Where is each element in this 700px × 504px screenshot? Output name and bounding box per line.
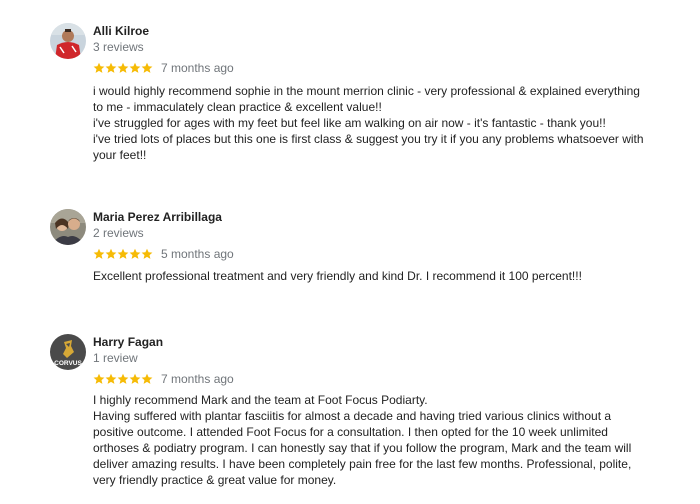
star-icon [105, 62, 117, 74]
review-date: 7 months ago [161, 61, 234, 75]
avatar[interactable] [50, 23, 86, 59]
review-text-line: Having suffered with plantar fasciitis f… [93, 409, 632, 487]
review-date: 7 months ago [161, 372, 234, 386]
star-icon [129, 248, 141, 260]
star-icon [117, 373, 129, 385]
rating-row: 5 months ago [93, 246, 234, 262]
star-icon [141, 373, 153, 385]
corvus-logo-text: CORVUS [54, 360, 82, 367]
review-text-line: i've struggled for ages with my feet but… [93, 116, 606, 130]
review-text: Excellent professional treatment and ver… [93, 268, 653, 284]
review-text-line: I highly recommend Mark and the team at … [93, 393, 428, 407]
review-text-line: i would highly recommend sophie in the m… [93, 84, 640, 114]
reviewer-name[interactable]: Maria Perez Arribillaga [93, 210, 222, 224]
review-text-line: i've tried lots of places but this one i… [93, 132, 644, 162]
review-date: 5 months ago [161, 247, 234, 261]
star-rating [93, 248, 153, 260]
review-count: 2 reviews [93, 226, 144, 240]
star-rating [93, 373, 153, 385]
rating-row: 7 months ago [93, 60, 234, 76]
star-icon [129, 62, 141, 74]
star-icon [93, 62, 105, 74]
star-icon [105, 248, 117, 260]
rating-row: 7 months ago [93, 371, 234, 387]
star-rating [93, 62, 153, 74]
avatar[interactable]: CORVUS [50, 334, 86, 370]
review-text-line: Excellent professional treatment and ver… [93, 269, 582, 283]
star-icon [117, 62, 129, 74]
star-icon [117, 248, 129, 260]
review-text: i would highly recommend sophie in the m… [93, 83, 653, 163]
star-icon [105, 373, 117, 385]
review-text: I highly recommend Mark and the team at … [93, 392, 653, 488]
review-count: 1 review [93, 351, 138, 365]
star-icon [129, 373, 141, 385]
star-icon [93, 248, 105, 260]
review-count: 3 reviews [93, 40, 144, 54]
star-icon [141, 62, 153, 74]
star-icon [141, 248, 153, 260]
reviewer-name[interactable]: Harry Fagan [93, 335, 163, 349]
reviewer-name[interactable]: Alli Kilroe [93, 24, 149, 38]
avatar[interactable] [50, 209, 86, 245]
star-icon [93, 373, 105, 385]
